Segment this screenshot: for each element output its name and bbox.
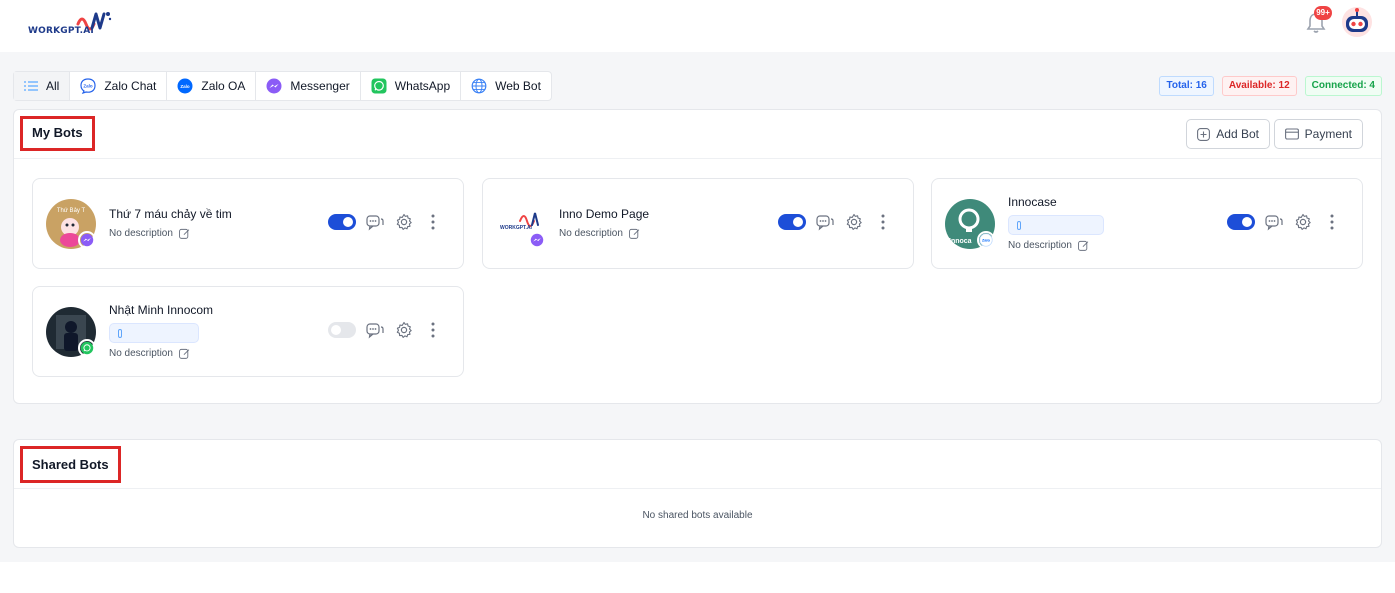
shared-bots-panel: Shared Bots No shared bots available xyxy=(13,439,1382,548)
bot-actions xyxy=(1227,212,1342,232)
tab-label: WhatsApp xyxy=(394,79,451,93)
shared-bots-header: Shared Bots xyxy=(14,440,1381,489)
channel-tabs: All Zalo Zalo Chat Zalo Zalo OA Messenge… xyxy=(13,71,552,101)
more-options-icon[interactable] xyxy=(873,212,893,232)
bot-description-text: No description xyxy=(1008,240,1072,251)
settings-gear-icon[interactable] xyxy=(1293,212,1313,232)
tab-label: Zalo OA xyxy=(201,79,246,93)
bot-actions xyxy=(778,212,893,232)
edit-icon[interactable] xyxy=(179,228,190,239)
bot-actions xyxy=(328,320,443,340)
notification-badge: 99+ xyxy=(1314,6,1332,20)
chat-icon[interactable] xyxy=(365,212,385,232)
bot-enable-toggle[interactable] xyxy=(328,322,356,338)
svg-text:Zalo: Zalo xyxy=(181,84,191,89)
my-bots-title: My Bots xyxy=(20,116,95,151)
bot-description: No description xyxy=(1008,240,1089,251)
globe-icon xyxy=(471,78,487,94)
chat-icon[interactable] xyxy=(815,212,835,232)
bot-description: No description xyxy=(559,228,640,239)
zalo-chat-icon: Zalo xyxy=(80,78,96,94)
credit-card-icon xyxy=(1284,128,1299,140)
bot-name: Nhật Minh Innocom xyxy=(109,303,214,317)
chat-icon[interactable] xyxy=(1264,212,1284,232)
tab-web-bot[interactable]: Web Bot xyxy=(461,72,551,100)
bot-name: Inno Demo Page xyxy=(559,207,650,221)
bot-card[interactable]: Innoca Zalo Innocase No description xyxy=(931,178,1363,269)
user-avatar-robot-icon[interactable] xyxy=(1341,6,1373,38)
tab-messenger[interactable]: Messenger xyxy=(256,72,361,100)
bot-name: Innocase xyxy=(1008,195,1057,209)
bot-card[interactable]: WORKGPT.AI Inno Demo Page No description xyxy=(482,178,914,269)
zalo-oa-icon: Zalo xyxy=(177,78,193,94)
total-badge: Total: 16 xyxy=(1159,76,1214,96)
add-bot-button[interactable]: Add Bot xyxy=(1186,119,1270,149)
bot-description: No description xyxy=(109,228,190,239)
bot-actions xyxy=(328,212,443,232)
svg-text:Zalo: Zalo xyxy=(84,84,94,89)
whatsapp-icon xyxy=(371,78,387,94)
whatsapp-badge-icon xyxy=(78,339,96,357)
workgpt-logo[interactable]: WORKGPT.AI xyxy=(28,10,118,38)
more-options-icon[interactable] xyxy=(423,320,443,340)
available-badge: Available: 12 xyxy=(1221,76,1297,96)
top-bar: WORKGPT.AI 99+ xyxy=(0,0,1395,52)
shared-bots-title: Shared Bots xyxy=(20,446,121,483)
tab-label: Messenger xyxy=(290,79,350,93)
tab-label: Zalo Chat xyxy=(104,79,157,93)
zalo-badge-text: Zalo xyxy=(982,238,991,243)
settings-gear-icon[interactable] xyxy=(394,320,414,340)
more-options-icon[interactable] xyxy=(423,212,443,232)
chat-icon[interactable] xyxy=(365,320,385,340)
bot-card[interactable]: Nhật Minh Innocom No description xyxy=(32,286,464,377)
bot-id-field xyxy=(109,323,199,343)
bot-avatar-text: WORKGPT.AI xyxy=(500,225,533,231)
zalo-badge-icon: Zalo xyxy=(977,231,995,249)
tab-label: All xyxy=(46,79,60,93)
bot-description-text: No description xyxy=(109,348,173,359)
edit-icon[interactable] xyxy=(629,228,640,239)
settings-gear-icon[interactable] xyxy=(844,212,864,232)
payment-button[interactable]: Payment xyxy=(1273,119,1363,149)
bot-stats: Total: 16 Available: 12 Connected: 4 xyxy=(1159,76,1382,96)
bot-id-field xyxy=(1008,215,1104,235)
bot-enable-toggle[interactable] xyxy=(1227,214,1255,230)
my-bots-panel: My Bots Add Bot Payment Thứ Bảy T Thứ 7 … xyxy=(13,109,1382,404)
tab-label: Web Bot xyxy=(495,79,541,93)
bot-description-text: No description xyxy=(559,228,623,239)
plus-square-icon xyxy=(1197,127,1211,141)
messenger-badge-icon xyxy=(78,231,96,249)
bot-name: Thứ 7 máu chảy về tim xyxy=(109,207,232,221)
bot-enable-toggle[interactable] xyxy=(328,214,356,230)
bot-description-text: No description xyxy=(109,228,173,239)
shared-bots-empty-message: No shared bots available xyxy=(642,510,753,521)
settings-gear-icon[interactable] xyxy=(394,212,414,232)
bot-card[interactable]: Thứ Bảy T Thứ 7 máu chảy về tim No descr… xyxy=(32,178,464,269)
bot-description: No description xyxy=(109,348,190,359)
messenger-badge-icon xyxy=(528,231,546,249)
connected-badge: Connected: 4 xyxy=(1304,76,1382,96)
my-bots-header: My Bots Add Bot Payment xyxy=(14,110,1381,159)
payment-label: Payment xyxy=(1304,127,1352,141)
list-icon xyxy=(24,81,38,91)
messenger-icon xyxy=(266,78,282,94)
edit-icon[interactable] xyxy=(1078,240,1089,251)
bot-enable-toggle[interactable] xyxy=(778,214,806,230)
tab-zalo-chat[interactable]: Zalo Zalo Chat xyxy=(70,72,168,100)
more-options-icon[interactable] xyxy=(1322,212,1342,232)
tab-whatsapp[interactable]: WhatsApp xyxy=(361,72,462,100)
bot-avatar-text: Thứ Bảy T xyxy=(57,208,86,214)
edit-icon[interactable] xyxy=(179,348,190,359)
add-bot-label: Add Bot xyxy=(1216,127,1259,141)
tab-all[interactable]: All xyxy=(14,72,71,100)
logo-text: WORKGPT.AI xyxy=(28,26,94,36)
bot-avatar-text: Innoca xyxy=(949,238,972,245)
tab-zalo-oa[interactable]: Zalo Zalo OA xyxy=(167,72,257,100)
